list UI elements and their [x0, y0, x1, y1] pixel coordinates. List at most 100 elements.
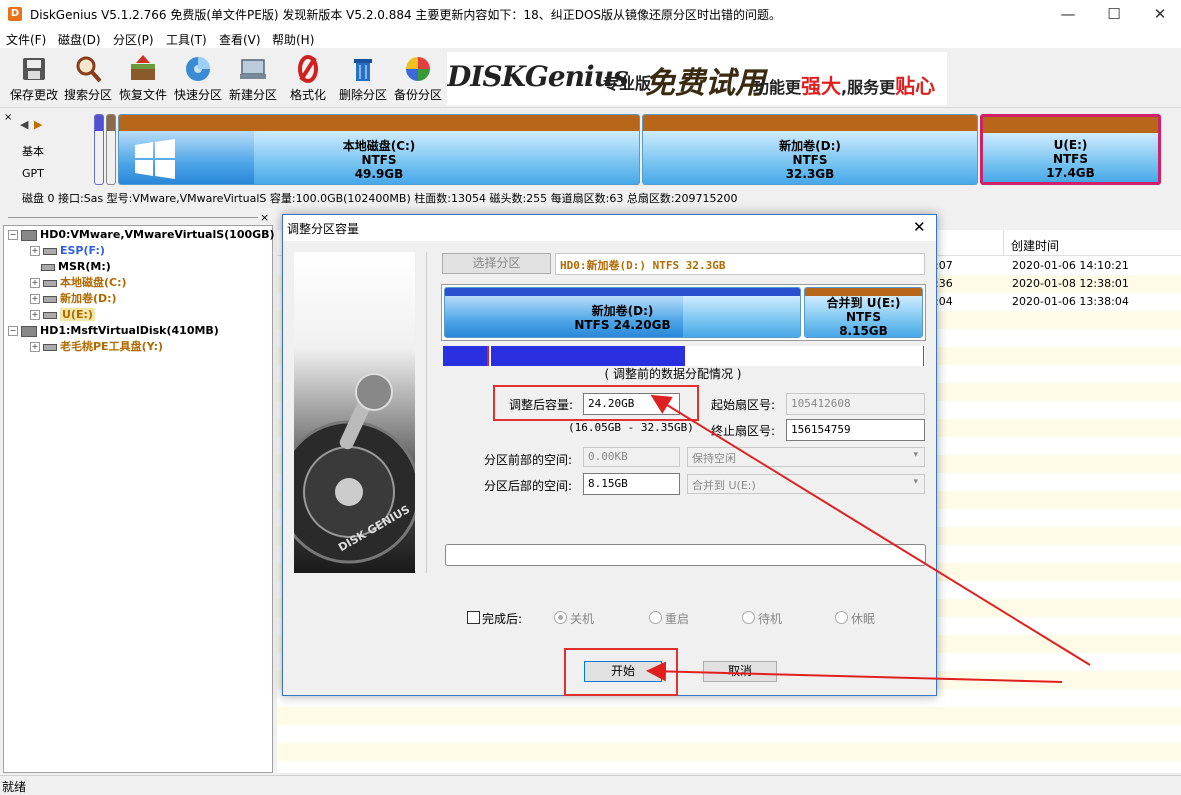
- radio-label: 待机: [758, 612, 783, 626]
- disk-tree: − HD0:VMware,VMwareVirtualS(100GB) + ESP(F…: [3, 225, 275, 773]
- radio-standby[interactable]: [742, 611, 755, 624]
- recover-files-button[interactable]: 恢复文件: [115, 52, 171, 104]
- banner-edition: 专业版: [603, 74, 652, 93]
- preview-merge-text: 合并到 U(E:) NTFS 8.15GB: [805, 296, 922, 338]
- expand-icon[interactable]: +: [30, 310, 40, 320]
- toolbar-label: 恢复文件: [118, 88, 167, 102]
- partition-size: 8.15GB: [839, 324, 888, 338]
- resize-capacity-input[interactable]: 24.20GB: [583, 393, 680, 415]
- preview-new-partition[interactable]: 新加卷(D:) NTFS 24.20GB: [444, 287, 801, 338]
- expand-icon[interactable]: +: [30, 246, 40, 256]
- toolbar-label: 格式化: [289, 88, 326, 102]
- quick-partition-button[interactable]: 快速分区: [170, 52, 226, 104]
- collapse-icon[interactable]: −: [8, 326, 18, 336]
- preview-merge-partition[interactable]: 合并到 U(E:) NTFS 8.15GB: [804, 287, 923, 338]
- partition-info: NTFS 24.20GB: [574, 318, 671, 332]
- start-button[interactable]: 开始: [584, 661, 662, 682]
- radio-dot: [558, 615, 563, 620]
- toolbar-label: 备份分区: [393, 88, 442, 102]
- radio-restart[interactable]: [649, 611, 662, 624]
- slogan-part: 贴心: [895, 74, 936, 98]
- close-button[interactable]: ✕: [1137, 0, 1181, 28]
- menu-tools[interactable]: 工具(T): [166, 31, 207, 48]
- partition-name: 新加卷(D:): [591, 304, 654, 318]
- menu-file[interactable]: 文件(F): [6, 31, 46, 48]
- toolbar-label: 搜索分区: [63, 88, 112, 102]
- cell-created: 2020-01-08 12:38:01: [1012, 277, 1129, 290]
- menu-view[interactable]: 查看(V): [219, 31, 261, 48]
- slogan-part: 功能更: [753, 78, 802, 97]
- partition-c-block[interactable]: 本地磁盘(C:) NTFS 49.9GB: [118, 114, 640, 185]
- tree-node-label: MSR(M:): [58, 260, 111, 273]
- new-partition-button[interactable]: 新建分区: [225, 52, 281, 104]
- capacity-range-text: (16.05GB - 32.35GB): [568, 421, 694, 434]
- partition-cap: [445, 288, 800, 296]
- tree-node-c[interactable]: + 本地磁盘(C:): [30, 276, 127, 290]
- promo-banner[interactable]: DISKGenius 专业版 免费试用 功能更强大,服务更贴心: [447, 52, 947, 105]
- partition-d-block[interactable]: 新加卷(D:) NTFS 32.3GB: [642, 114, 978, 185]
- cell-modified: :36: [935, 277, 953, 290]
- tree-node-msr[interactable]: MSR(M:): [41, 260, 111, 274]
- tree-node-label: ESP(F:): [60, 244, 105, 257]
- tree-node-hd0[interactable]: − HD0:VMware,VMwareVirtualS(100GB): [8, 228, 275, 242]
- after-complete-checkbox[interactable]: [467, 611, 480, 624]
- minimize-button[interactable]: —: [1045, 0, 1091, 28]
- data-distribution-caption: ( 调整前的数据分配情况 ): [604, 367, 742, 381]
- partition-msr-block[interactable]: [106, 114, 116, 185]
- chevron-down-icon: ▾: [913, 477, 918, 487]
- expand-icon[interactable]: +: [30, 278, 40, 288]
- partition-size: 17.4GB: [1046, 166, 1095, 180]
- expand-icon[interactable]: +: [30, 342, 40, 352]
- resize-label: 调整后容量:: [509, 398, 574, 412]
- nav-right-icon[interactable]: ▶: [34, 118, 42, 131]
- nav-left-icon[interactable]: ◀: [20, 118, 28, 131]
- partition-e-block[interactable]: U(E:) NTFS 17.4GB: [980, 114, 1161, 185]
- partition-icon: [43, 247, 57, 255]
- app-icon: D: [8, 7, 22, 21]
- banner-free-trial: 免费试用: [645, 66, 765, 101]
- preview-new-text: 新加卷(D:) NTFS 24.20GB: [445, 304, 800, 332]
- tree-node-y[interactable]: + 老毛桃PE工具盘(Y:): [30, 340, 163, 354]
- data-block: [443, 346, 487, 366]
- format-button[interactable]: 格式化: [280, 52, 336, 104]
- tree-node-esp[interactable]: + ESP(F:): [30, 244, 105, 258]
- radio-hibernate[interactable]: [835, 611, 848, 624]
- tree-node-d[interactable]: + 新加卷(D:): [30, 292, 117, 306]
- dialog-close-icon[interactable]: ✕: [913, 218, 926, 236]
- collapse-icon[interactable]: −: [8, 230, 18, 240]
- search-partition-button[interactable]: 搜索分区: [60, 52, 116, 104]
- column-header-created[interactable]: 创建时间: [1011, 237, 1059, 254]
- backup-partition-button[interactable]: 备份分区: [390, 52, 446, 104]
- radio-shutdown[interactable]: [554, 611, 567, 624]
- partition-style-label: GPT: [22, 167, 44, 180]
- tree-node-label: U(E:): [60, 308, 95, 321]
- tree-close-icon[interactable]: ×: [260, 211, 269, 224]
- disk-genius-artwork: DISK GENIUS: [294, 252, 415, 573]
- radio-label: 重启: [665, 612, 690, 626]
- tree-node-e[interactable]: + U(E:): [30, 308, 95, 322]
- menu-disk[interactable]: 磁盘(D): [58, 31, 101, 48]
- expand-icon[interactable]: +: [30, 294, 40, 304]
- partition-icon: [43, 343, 57, 351]
- space-after-input[interactable]: 8.15GB: [583, 473, 680, 495]
- chevron-down-icon: ▾: [913, 450, 918, 460]
- new-partition-icon: [238, 54, 268, 84]
- partition-name: 新加卷(D:): [779, 139, 841, 153]
- space-before-select: 保持空闲 ▾: [687, 447, 925, 467]
- partition-esp-block[interactable]: [94, 114, 104, 185]
- magnifier-icon: [73, 54, 103, 84]
- tree-node-hd1[interactable]: − HD1:MsftVirtualDisk(410MB): [8, 324, 219, 338]
- save-icon: [19, 54, 49, 84]
- close-icon[interactable]: ×: [4, 112, 12, 123]
- recover-box-icon: [128, 54, 158, 84]
- menu-partition[interactable]: 分区(P): [113, 31, 154, 48]
- save-changes-button[interactable]: 保存更改: [6, 52, 62, 104]
- status-bar: 就绪: [0, 775, 1181, 794]
- end-sector-input[interactable]: 156154759: [786, 419, 925, 441]
- tree-node-label: 本地磁盘(C:): [60, 276, 127, 289]
- select-partition-button[interactable]: 选择分区: [442, 253, 551, 274]
- menu-help[interactable]: 帮助(H): [272, 31, 314, 48]
- delete-partition-button[interactable]: 删除分区: [335, 52, 391, 104]
- cancel-button[interactable]: 取消: [703, 661, 777, 682]
- maximize-button[interactable]: ☐: [1091, 0, 1137, 28]
